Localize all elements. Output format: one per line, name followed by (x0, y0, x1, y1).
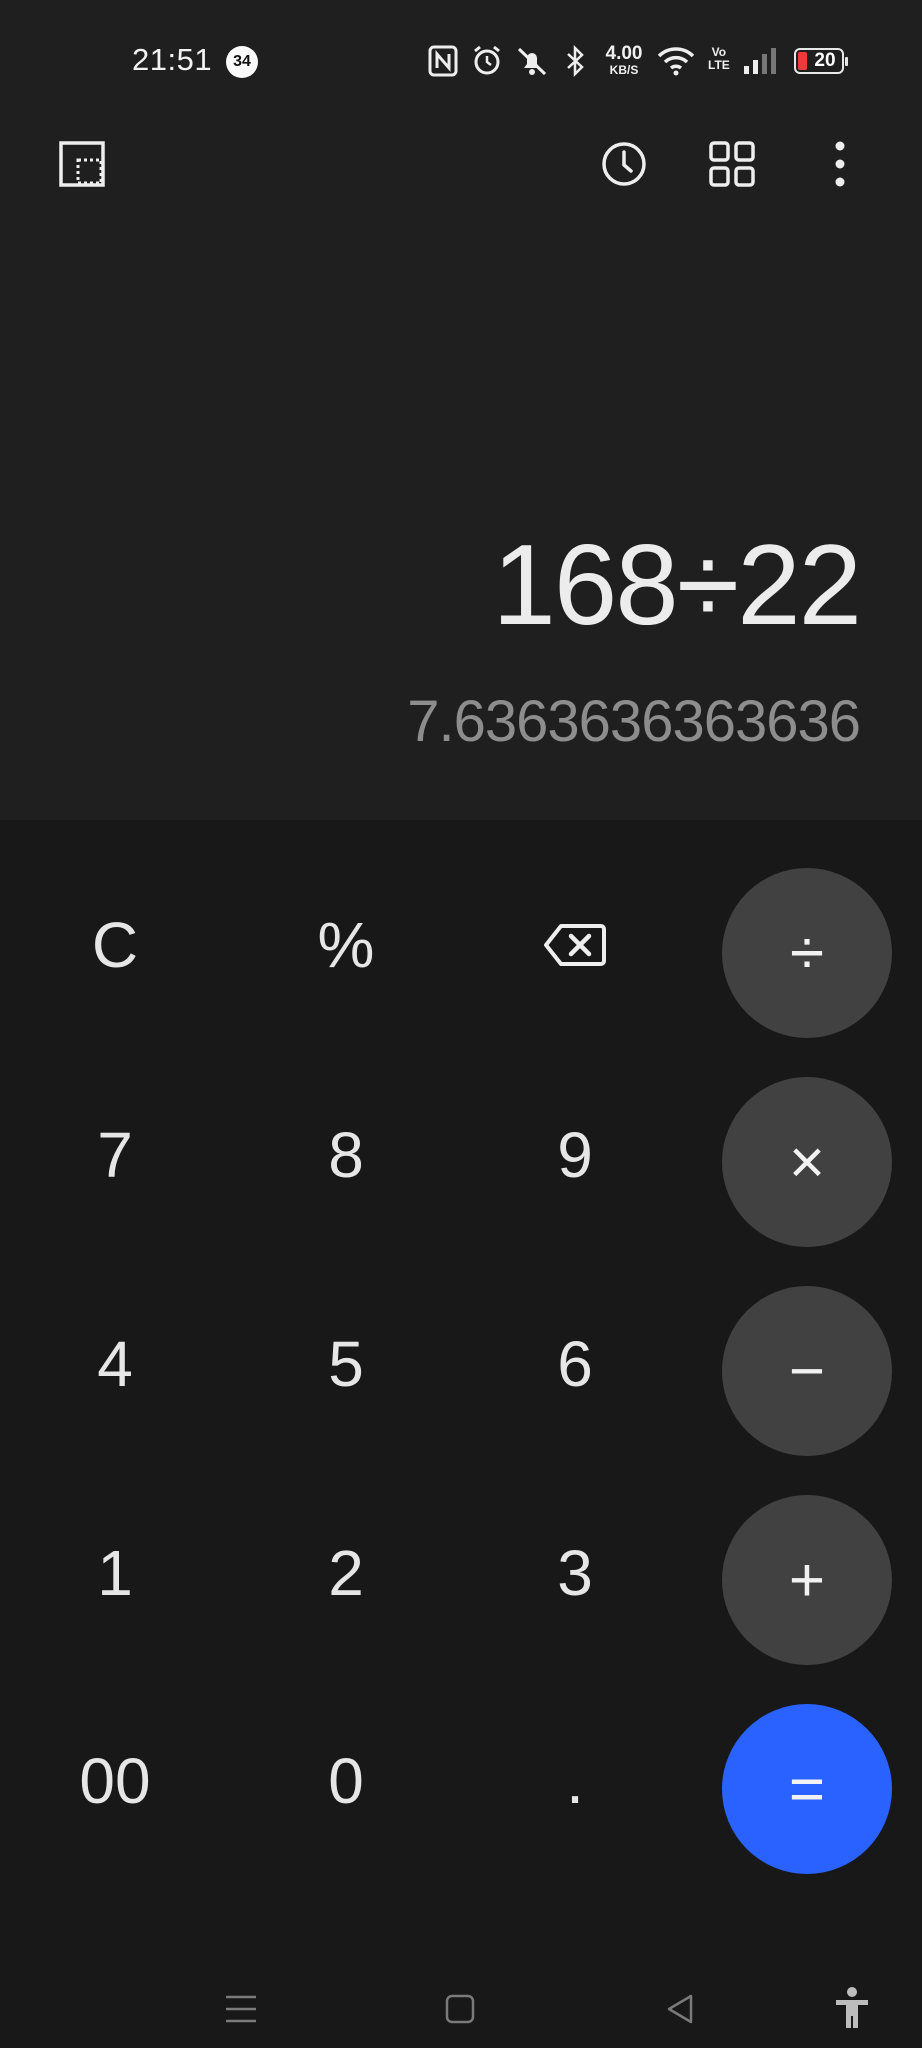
key-1[interactable]: 1 (30, 1488, 200, 1658)
volte-bottom: LTE (708, 58, 730, 72)
decimal-point-button[interactable]: . (490, 1696, 660, 1866)
network-speed-unit: KB/S (609, 63, 639, 77)
battery-level: 20 (814, 50, 836, 71)
system-navigation-bar (0, 1920, 922, 2048)
status-bar: 21:51 34 4.00 KB/S Vo LTE 20 (0, 0, 922, 120)
bluetooth-icon (567, 44, 584, 78)
minus-button[interactable]: − (722, 1286, 892, 1456)
mute-icon (517, 47, 547, 76)
history-icon[interactable] (600, 140, 648, 188)
top-app-bar (0, 120, 922, 330)
back-icon[interactable] (663, 1992, 697, 2026)
notification-count-badge: 34 (226, 46, 258, 78)
key-4[interactable]: 4 (30, 1279, 200, 1449)
equals-button[interactable]: = (722, 1704, 892, 1874)
backspace-button[interactable] (490, 860, 660, 1030)
key-0[interactable]: 0 (261, 1696, 431, 1866)
key-8[interactable]: 8 (261, 1070, 431, 1240)
signal-icon (744, 48, 776, 74)
key-7[interactable]: 7 (30, 1070, 200, 1240)
picture-in-picture-icon[interactable] (58, 140, 106, 188)
calculator-display: 168÷22 7.6363636363636 (0, 330, 922, 820)
key-9[interactable]: 9 (490, 1070, 660, 1240)
accessibility-icon[interactable] (832, 1986, 872, 2030)
key-5[interactable]: 5 (261, 1279, 431, 1449)
key-6[interactable]: 6 (490, 1279, 660, 1449)
key-00[interactable]: 00 (30, 1696, 200, 1866)
key-3[interactable]: 3 (490, 1488, 660, 1658)
grid-icon[interactable] (708, 140, 756, 188)
nfc-icon (428, 45, 458, 77)
result-preview: 7.6363636363636 (407, 689, 861, 754)
network-speed: 4.00 KB/S (600, 44, 648, 76)
alarm-icon (474, 45, 500, 75)
home-icon[interactable] (443, 1992, 477, 2026)
network-speed-value: 4.00 (605, 43, 643, 64)
wifi-icon (657, 47, 695, 76)
key-2[interactable]: 2 (261, 1488, 431, 1658)
volte-indicator: Vo LTE (708, 46, 730, 72)
percent-button[interactable]: % (261, 860, 431, 1030)
backspace-icon (544, 924, 606, 966)
more-vert-icon[interactable] (816, 140, 864, 188)
status-time: 21:51 (132, 42, 213, 77)
divide-button[interactable]: ÷ (722, 868, 892, 1038)
volte-top: Vo (711, 45, 727, 59)
plus-button[interactable]: + (722, 1495, 892, 1665)
battery-indicator: 20 (794, 48, 848, 74)
menu-icon[interactable] (224, 1992, 258, 2026)
battery-fill (798, 52, 807, 70)
keypad: C % ÷ 7 8 9 × 4 5 6 − 1 2 3 + 00 0 . = (0, 820, 922, 1920)
multiply-button[interactable]: × (722, 1077, 892, 1247)
expression-text[interactable]: 168÷22 (492, 520, 862, 651)
clear-button[interactable]: C (30, 860, 200, 1030)
